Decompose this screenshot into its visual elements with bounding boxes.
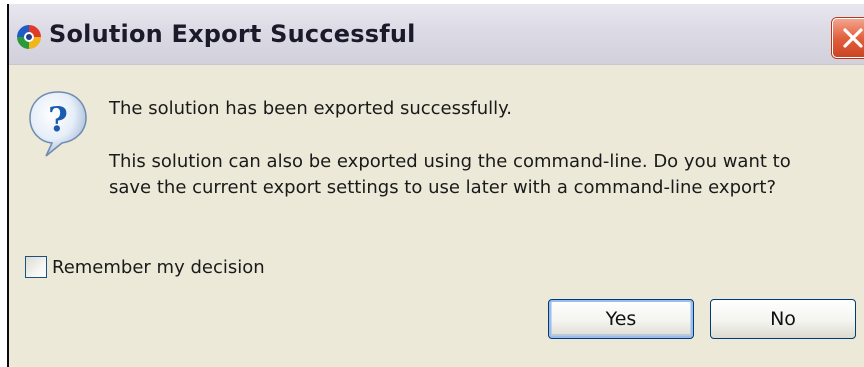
question-icon: ? [29,91,87,157]
no-button[interactable]: No [710,299,856,339]
svg-text:?: ? [48,100,68,140]
message-success: The solution has been exported successfu… [109,98,512,119]
message-line: save the current export settings to use … [109,177,777,198]
dialog-window: Solution Export Successful ? The solutio… [7,4,864,367]
remember-decision-label[interactable]: Remember my decision [52,257,265,278]
remember-decision-row[interactable]: Remember my decision [25,254,265,280]
app-logo-icon [17,25,41,49]
dialog-title: Solution Export Successful [49,20,416,48]
message-commandline: This solution can also be exported using… [109,149,791,201]
remember-decision-checkbox[interactable] [25,256,47,278]
close-button[interactable] [832,18,864,58]
message-line: This solution can also be exported using… [109,151,791,172]
title-bar[interactable]: Solution Export Successful [9,4,864,65]
yes-button[interactable]: Yes [548,299,694,339]
close-icon [843,28,863,48]
